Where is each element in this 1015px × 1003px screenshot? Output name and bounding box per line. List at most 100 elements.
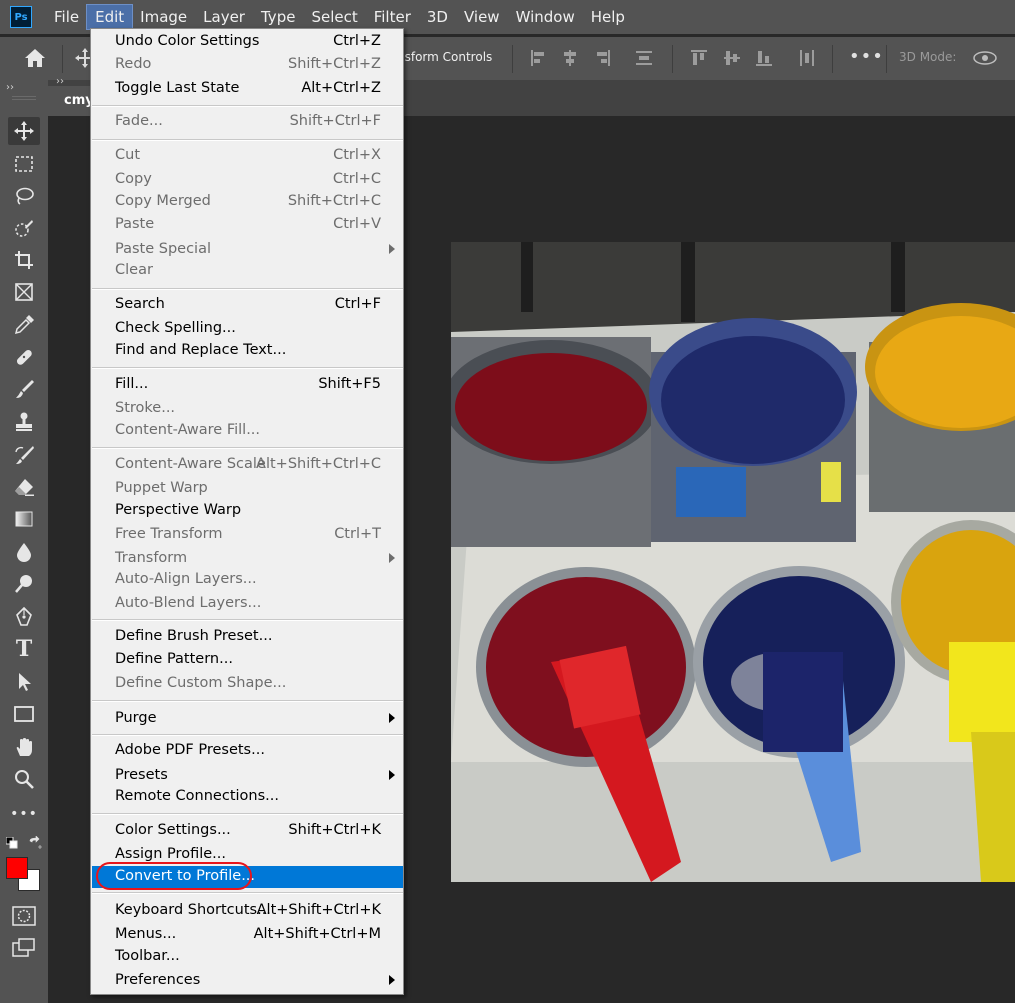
distribute-vertical-icon[interactable] [635, 49, 653, 67]
swap-colors-icon[interactable] [28, 836, 42, 850]
edit-toolbar-button[interactable]: ••• [8, 800, 40, 828]
align-right-edges-icon[interactable] [593, 49, 611, 67]
drop-icon [17, 543, 31, 562]
menu-window[interactable]: Window [508, 5, 583, 29]
foreground-color-swatch[interactable] [6, 857, 28, 879]
menu-item-remote-connections[interactable]: Remote Connections... [92, 786, 403, 808]
3d-orbit-icon[interactable] [972, 47, 998, 69]
menu-file[interactable]: File [46, 5, 87, 29]
quick-selection-tool[interactable] [8, 214, 40, 242]
menu-item-clear: Clear [115, 262, 153, 278]
menu-item-toggle-last-state[interactable]: Toggle Last State Alt+Ctrl+Z [92, 78, 403, 100]
move-tool[interactable] [8, 117, 40, 145]
options-separator [832, 45, 833, 73]
crop-tool[interactable] [8, 246, 40, 274]
menu-item-presets[interactable]: Presets [92, 765, 403, 787]
menu-item-free-transform: Free Transform Ctrl+T [115, 526, 381, 542]
menu-item-fade: Fade... Shift+Ctrl+F [115, 113, 381, 129]
menu-item-define-brush-preset[interactable]: Define Brush Preset... [92, 626, 403, 648]
clone-stamp-tool[interactable] [8, 408, 40, 436]
quick-selection-icon [15, 220, 33, 237]
menu-item-keyboard-shortcuts[interactable]: Keyboard Shortcuts... Alt+Shift+Ctrl+K [92, 900, 403, 922]
menu-item-color-settings[interactable]: Color Settings... Shift+Ctrl+K [92, 820, 403, 842]
distribute-horizontal-icon[interactable] [798, 49, 816, 67]
menu-item-redo: Redo Shift+Ctrl+Z [115, 56, 381, 72]
lasso-tool[interactable] [8, 182, 40, 210]
align-horizontal-centers-icon[interactable] [561, 49, 579, 67]
document-image-paint-cans[interactable] [451, 242, 1015, 882]
menu-separator [92, 892, 403, 894]
menu-item-purge[interactable]: Purge [92, 708, 403, 730]
rectangular-marquee-tool[interactable] [8, 150, 40, 178]
menu-layer[interactable]: Layer [195, 5, 253, 29]
menu-item-define-pattern[interactable]: Define Pattern... [92, 649, 403, 671]
home-icon[interactable] [24, 47, 46, 69]
quick-mask-icon[interactable] [12, 906, 36, 926]
menu-edit[interactable]: Edit [86, 4, 134, 30]
history-brush-tool[interactable] [8, 441, 40, 469]
type-tool[interactable]: T [8, 635, 40, 663]
menu-item-menus[interactable]: Menus... Alt+Shift+Ctrl+M [92, 924, 403, 946]
menu-select[interactable]: Select [303, 5, 365, 29]
annotation-red-circle [96, 862, 252, 890]
toolbar-grip[interactable] [12, 96, 36, 100]
menu-item-fill[interactable]: Fill... Shift+F5 [92, 374, 403, 396]
menu-help[interactable]: Help [583, 5, 633, 29]
align-left-edges-icon[interactable] [530, 49, 548, 67]
crop-icon [15, 251, 33, 269]
menu-item-find-replace-text[interactable]: Find and Replace Text... [92, 340, 403, 362]
menu-item-toolbar[interactable]: Toolbar... [92, 946, 403, 968]
menu-item-perspective-warp[interactable]: Perspective Warp [92, 500, 403, 522]
menu-item-adobe-pdf-presets[interactable]: Adobe PDF Presets... [92, 740, 403, 762]
stamp-icon [16, 412, 32, 431]
menu-image[interactable]: Image [132, 5, 195, 29]
options-separator [512, 45, 513, 73]
screen-mode-icon[interactable] [12, 938, 36, 958]
hand-icon [16, 738, 32, 756]
menu-item-copy-merged: Copy Merged Shift+Ctrl+C [115, 193, 381, 209]
align-top-edges-icon[interactable] [690, 49, 708, 67]
spot-healing-brush-tool[interactable] [8, 343, 40, 371]
more-options-button[interactable]: ••• [849, 46, 884, 67]
gradient-icon [15, 511, 33, 527]
menu-item-check-spelling[interactable]: Check Spelling... [92, 318, 403, 340]
rectangle-tool[interactable] [8, 700, 40, 728]
3d-mode-label: 3D Mode: [899, 50, 957, 64]
menu-separator [92, 105, 403, 107]
gradient-tool[interactable] [8, 505, 40, 533]
toolbar-collapse-icon[interactable]: ›› [6, 82, 14, 93]
photoshop-window: Ps File Edit Image Layer Type Select Fil… [0, 0, 1015, 1003]
hand-tool[interactable] [8, 733, 40, 761]
lasso-icon [16, 187, 34, 205]
menu-separator [92, 367, 403, 369]
menu-filter[interactable]: Filter [366, 5, 419, 29]
more-tools-icon: ••• [10, 806, 38, 822]
dodge-icon [15, 575, 32, 593]
menu-item-transform: Transform [92, 548, 403, 570]
menu-item-undo-color-settings[interactable]: Undo Color Settings Ctrl+Z [92, 31, 403, 53]
menu-3d[interactable]: 3D [419, 5, 456, 29]
align-vertical-centers-icon[interactable] [723, 49, 741, 67]
submenu-arrow-icon [389, 713, 395, 723]
eyedropper-tool[interactable] [8, 311, 40, 339]
pen-tool[interactable] [8, 603, 40, 631]
default-colors-icon[interactable] [6, 837, 18, 849]
blur-tool[interactable] [8, 538, 40, 566]
zoom-tool[interactable] [8, 765, 40, 793]
show-transform-controls-label[interactable]: nsform Controls [397, 50, 492, 64]
photoshop-logo-icon[interactable]: Ps [10, 6, 32, 28]
dodge-tool[interactable] [8, 570, 40, 598]
submenu-arrow-icon [389, 244, 395, 254]
menu-type[interactable]: Type [253, 5, 303, 29]
menu-view[interactable]: View [456, 5, 508, 29]
menu-item-preferences[interactable]: Preferences [92, 970, 403, 992]
edit-menu-dropdown: Undo Color Settings Ctrl+Z Redo Shift+Ctrl… [90, 28, 404, 995]
brush-tool[interactable] [8, 375, 40, 403]
frame-tool[interactable] [8, 278, 40, 306]
menu-item-search[interactable]: Search Ctrl+F [92, 294, 403, 316]
submenu-arrow-icon [389, 553, 395, 563]
path-selection-tool[interactable] [8, 668, 40, 696]
align-bottom-edges-icon[interactable] [755, 49, 773, 67]
marquee-icon [15, 156, 33, 172]
eraser-tool[interactable] [8, 473, 40, 501]
